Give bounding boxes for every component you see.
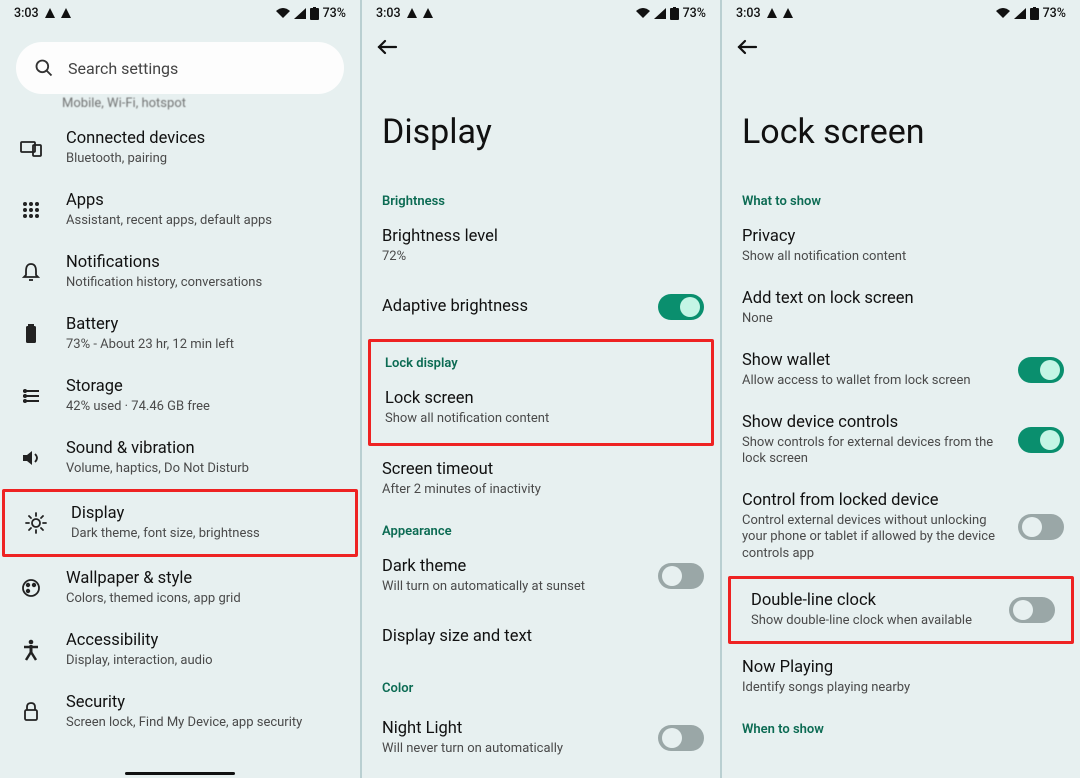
- page-title: Lock screen: [722, 56, 1080, 180]
- status-bar: 3:03 73%: [722, 0, 1080, 24]
- item-dark-theme[interactable]: Dark themeWill turn on automatically at …: [362, 545, 720, 607]
- palette-icon: [21, 578, 41, 598]
- item-storage[interactable]: Storage42% used · 74.46 GB free: [0, 365, 360, 427]
- status-app-icon-2: [61, 8, 71, 18]
- status-bar: 3:03 73%: [0, 0, 360, 24]
- item-adaptive-brightness[interactable]: Adaptive brightness: [362, 277, 720, 337]
- item-show-wallet[interactable]: Show walletAllow access to wallet from l…: [722, 339, 1080, 401]
- status-time: 3:03: [376, 6, 401, 21]
- status-app-icon-2: [423, 8, 433, 18]
- item-apps[interactable]: AppsAssistant, recent apps, default apps: [0, 179, 360, 241]
- item-add-text[interactable]: Add text on lock screenNone: [722, 277, 1080, 339]
- show-wallet-toggle[interactable]: [1018, 357, 1064, 383]
- item-sound[interactable]: Sound & vibrationVolume, haptics, Do Not…: [0, 427, 360, 489]
- battery-icon: [670, 7, 679, 20]
- item-display[interactable]: DisplayDark theme, font size, brightness: [2, 489, 358, 557]
- signal-icon: [294, 8, 306, 19]
- back-button[interactable]: [376, 38, 710, 56]
- display-settings-panel: 3:03 73% Display Brightness Brightness l…: [360, 0, 720, 778]
- status-app-icon: [767, 8, 777, 18]
- battery-percent: 73%: [323, 6, 346, 21]
- item-connected-devices[interactable]: Connected devicesBluetooth, pairing: [0, 117, 360, 179]
- status-app-icon-2: [783, 8, 793, 18]
- section-lock-display: Lock display: [371, 342, 711, 377]
- item-wallpaper[interactable]: Wallpaper & styleColors, themed icons, a…: [0, 557, 360, 619]
- control-locked-toggle[interactable]: [1018, 514, 1064, 540]
- signal-icon: [1014, 8, 1026, 19]
- item-security[interactable]: SecurityScreen lock, Find My Device, app…: [0, 681, 360, 743]
- battery-percent: 73%: [1043, 6, 1066, 21]
- item-lock-screen[interactable]: Lock screenShow all notification content: [371, 377, 711, 439]
- wifi-icon: [996, 8, 1010, 19]
- settings-main-panel: 3:03 73% Search settings Mobile, Wi-Fi, …: [0, 0, 360, 778]
- item-now-playing[interactable]: Now PlayingIdentify songs playing nearby: [722, 646, 1080, 708]
- status-app-icon: [45, 8, 55, 18]
- signal-icon: [654, 8, 666, 19]
- section-brightness: Brightness: [362, 180, 720, 215]
- section-when-to-show: When to show: [722, 708, 1080, 743]
- double-line-clock-toggle[interactable]: [1009, 597, 1055, 623]
- section-color: Color: [362, 667, 720, 702]
- item-brightness-level[interactable]: Brightness level72%: [362, 215, 720, 277]
- sound-icon: [21, 449, 41, 467]
- section-appearance: Appearance: [362, 510, 720, 545]
- item-privacy[interactable]: PrivacyShow all notification content: [722, 215, 1080, 277]
- status-time: 3:03: [14, 6, 39, 21]
- section-what-to-show: What to show: [722, 180, 1080, 215]
- item-double-line-clock[interactable]: Double-line clockShow double-line clock …: [728, 576, 1074, 644]
- battery-icon-row: [25, 324, 37, 344]
- search-placeholder: Search settings: [68, 59, 178, 78]
- search-icon: [34, 58, 54, 78]
- status-app-icon: [407, 8, 417, 18]
- status-time: 3:03: [736, 6, 761, 21]
- brightness-icon: [25, 512, 47, 534]
- battery-icon: [310, 7, 319, 20]
- item-battery[interactable]: Battery73% - About 23 hr, 12 min left: [0, 303, 360, 365]
- partial-item-sub: Mobile, Wi-Fi, hotspot: [0, 96, 360, 117]
- wifi-icon: [276, 8, 290, 19]
- night-light-toggle[interactable]: [658, 725, 704, 751]
- item-accessibility[interactable]: AccessibilityDisplay, interaction, audio: [0, 619, 360, 681]
- battery-percent: 73%: [683, 6, 706, 21]
- accessibility-icon: [22, 639, 40, 661]
- item-screen-timeout[interactable]: Screen timeoutAfter 2 minutes of inactiv…: [362, 448, 720, 510]
- device-controls-toggle[interactable]: [1018, 427, 1064, 453]
- status-bar: 3:03 73%: [362, 0, 720, 24]
- page-title: Display: [362, 56, 720, 180]
- item-control-locked[interactable]: Control from locked deviceControl extern…: [722, 479, 1080, 574]
- dark-theme-toggle[interactable]: [658, 563, 704, 589]
- bell-icon: [22, 262, 40, 282]
- apps-icon: [22, 201, 40, 219]
- wifi-icon: [636, 8, 650, 19]
- lock-icon: [23, 702, 39, 722]
- back-button[interactable]: [736, 38, 1070, 56]
- devices-icon: [20, 139, 42, 157]
- item-display-size[interactable]: Display size and text: [362, 607, 720, 667]
- item-device-controls[interactable]: Show device controlsShow controls for ex…: [722, 401, 1080, 479]
- item-notifications[interactable]: NotificationsNotification history, conve…: [0, 241, 360, 303]
- adaptive-brightness-toggle[interactable]: [658, 294, 704, 320]
- nav-indicator[interactable]: [0, 772, 360, 775]
- search-settings[interactable]: Search settings: [16, 42, 344, 94]
- item-night-light[interactable]: Night LightWill never turn on automatica…: [362, 702, 720, 762]
- battery-icon: [1030, 7, 1039, 20]
- storage-icon: [21, 388, 41, 404]
- lock-screen-panel: 3:03 73% Lock screen What to show Privac…: [720, 0, 1080, 778]
